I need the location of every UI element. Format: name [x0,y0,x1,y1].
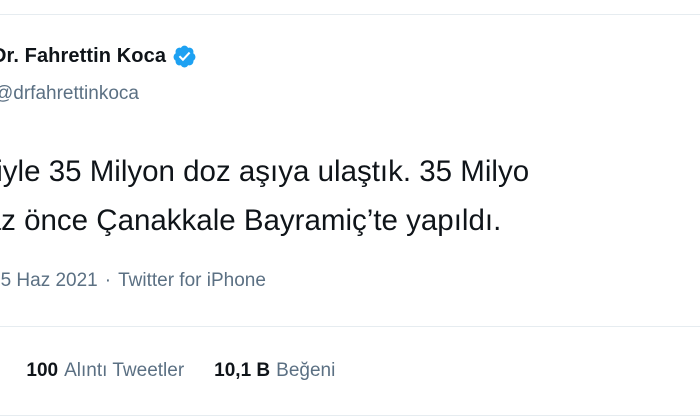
tweet-line-1: ariyle 35 Milyon doz aşıya ulaştık. 35 M… [0,155,530,188]
likes-stat[interactable]: 10,1 B Beğeni [214,360,335,382]
tweet-line-2: i az önce Çanakkale Bayramiç’te yapıldı. [0,204,502,237]
likes-label: Beğeni [276,360,336,381]
tweet-date[interactable]: 15 Haz 2021 [0,270,98,292]
top-divider [0,14,700,15]
author-display-name[interactable]: Dr. Fahrettin Koca [0,45,166,68]
tweet-stats: eet 100 Alıntı Tweetler 10,1 B Beğeni [0,360,365,382]
tweet-meta: 15 Haz 2021 · Twitter for iPhone [0,270,266,292]
quotes-count: 100 [26,360,59,381]
tweet-source[interactable]: Twitter for iPhone [118,270,266,292]
author-handle[interactable]: @drfahrettinkoca [0,83,139,105]
verified-badge-icon [172,44,197,69]
quotes-label: Alıntı Tweetler [64,360,185,381]
author-row: Dr. Fahrettin Koca [0,44,197,69]
quotes-stat[interactable]: 100 Alıntı Tweetler [26,360,184,382]
meta-separator: · [104,270,112,291]
stats-divider [0,415,700,416]
meta-divider [0,326,700,327]
tweet-text: ariyle 35 Milyon doz aşıya ulaştık. 35 M… [0,147,700,245]
likes-count: 10,1 B [214,360,271,381]
